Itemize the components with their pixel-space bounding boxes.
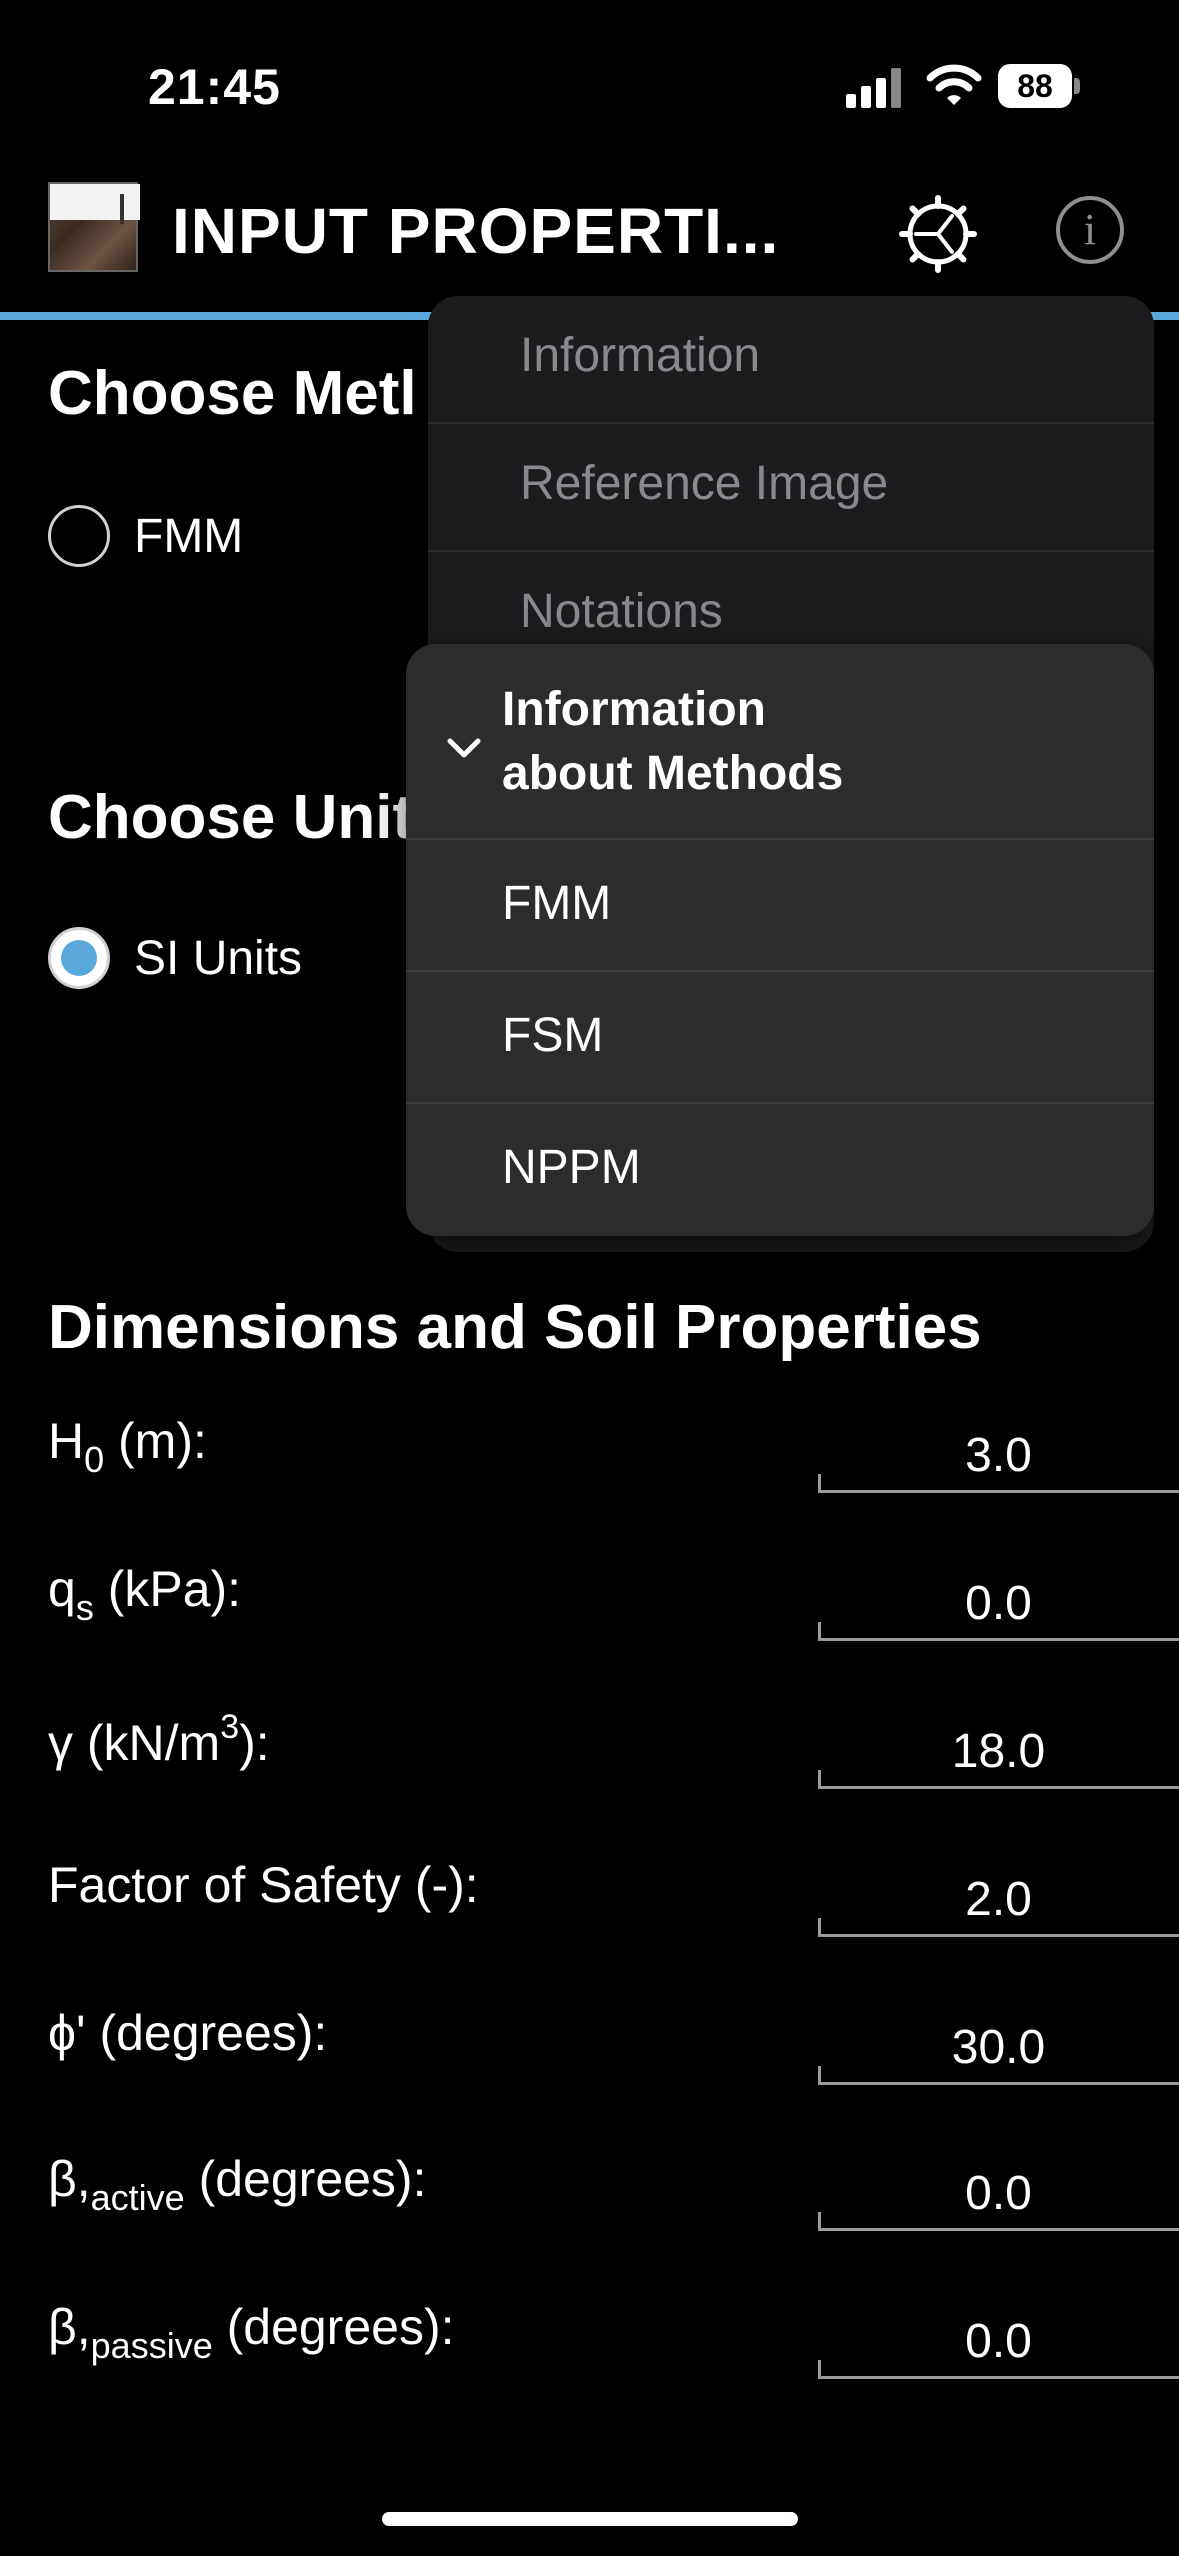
property-label: β,passive (degrees): (48, 2299, 455, 2366)
radio-fmm[interactable]: FMM (48, 504, 243, 568)
radio-button-selected[interactable] (48, 927, 110, 989)
property-label: ϕ' (degrees): (48, 2005, 328, 2061)
property-row-beta-active: β,active (degrees): (0, 2150, 1179, 2260)
radio-label: SI Units (134, 931, 303, 985)
gear-icon[interactable] (898, 194, 978, 274)
radio-label: FMM (134, 509, 244, 563)
property-label: β,active (degrees): (48, 2151, 427, 2218)
beta-active-input[interactable] (818, 2160, 1179, 2226)
app-logo (48, 182, 140, 272)
submenu-header-line1: Information (502, 683, 766, 736)
methods-submenu: Information about Methods FMM FSM NPPM (406, 644, 1154, 1236)
phi-input[interactable] (818, 2014, 1179, 2080)
wifi-icon (926, 64, 982, 105)
app-header: INPUT PROPERTI... i (0, 160, 1179, 320)
battery-icon: 88 (998, 64, 1080, 108)
property-label: γ (kN/m3): (48, 1708, 270, 1771)
submenu-item-label: NPPM (502, 1141, 641, 1194)
property-label: qs (kPa): (48, 1561, 242, 1628)
chevron-down-icon (447, 738, 481, 758)
property-label: H0 (m): (48, 1413, 207, 1480)
beta-passive-input[interactable] (818, 2308, 1179, 2374)
property-row-beta-passive: β,passive (degrees): (0, 2298, 1179, 2408)
battery-level: 88 (998, 64, 1072, 108)
home-indicator[interactable] (382, 2512, 798, 2526)
page-title: INPUT PROPERTI... (172, 195, 780, 267)
info-icon[interactable]: i (1056, 196, 1124, 264)
property-row-qs: qs (kPa): (0, 1560, 1179, 1670)
units-section-title: Choose Unit (48, 783, 414, 852)
submenu-item-label: FMM (502, 877, 612, 930)
submenu-item-nppm[interactable]: NPPM (406, 1104, 1154, 1236)
radio-si-units[interactable]: SI Units (48, 926, 302, 990)
property-row-fos: Factor of Safety (-): (0, 1856, 1179, 1966)
menu-item-reference-image[interactable]: Reference Image (428, 424, 1154, 552)
dimensions-section-title: Dimensions and Soil Properties (48, 1293, 982, 1362)
menu-item-information[interactable]: Information (428, 296, 1154, 424)
submenu-item-fsm[interactable]: FSM (406, 972, 1154, 1104)
h0-input[interactable] (818, 1422, 1179, 1488)
submenu-item-label: FSM (502, 1009, 604, 1062)
radio-button[interactable] (48, 505, 110, 567)
submenu-item-fmm[interactable]: FMM (406, 840, 1154, 972)
property-row-h0: H0 (m): (0, 1412, 1179, 1522)
status-time: 21:45 (148, 59, 281, 115)
qs-input[interactable] (818, 1570, 1179, 1636)
property-row-gamma: γ (kN/m3): (0, 1708, 1179, 1818)
property-row-phi: ϕ' (degrees): (0, 2004, 1179, 2114)
cellular-signal-icon (846, 68, 902, 108)
submenu-header-line2: about Methods (502, 747, 844, 800)
fos-input[interactable] (818, 1866, 1179, 1932)
submenu-header[interactable]: Information about Methods (406, 644, 1154, 840)
gamma-input[interactable] (818, 1718, 1179, 1784)
status-bar: 21:45 88 (0, 0, 1179, 160)
method-section-title: Choose Metl (48, 359, 417, 428)
property-label: Factor of Safety (-): (48, 1857, 479, 1913)
